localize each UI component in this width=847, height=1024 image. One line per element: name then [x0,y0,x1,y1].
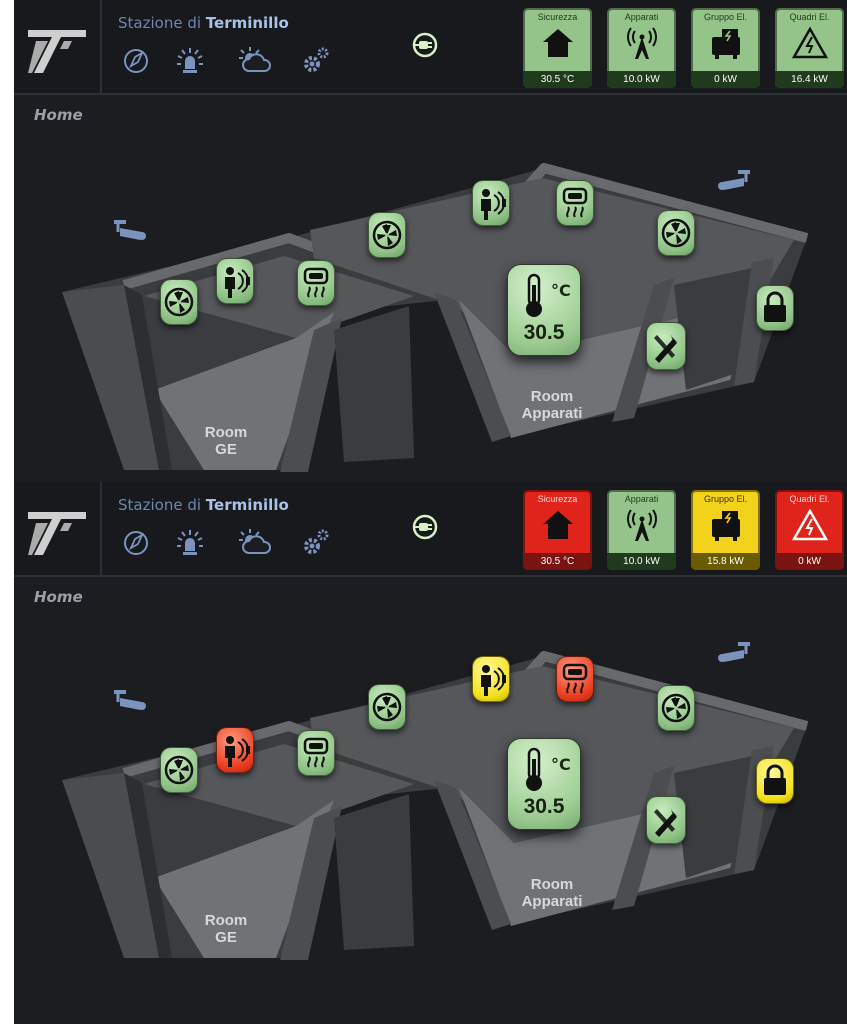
thermostat-unit: °C [551,755,571,774]
presence-sensor-icon [225,736,250,767]
fan-icon [661,218,691,248]
security-camera-right[interactable] [714,168,752,194]
apparati-presence-device[interactable] [472,180,510,226]
apparati-fan-left[interactable] [368,212,406,258]
presence-sensor-icon [225,267,250,298]
security-camera-left[interactable] [112,688,150,714]
fan-icon [164,287,194,317]
apparati-fan-right[interactable] [657,685,695,731]
station-view-panel: Stazione di Terminillo Sicurezza 30.5 °C… [14,482,847,1024]
camera-icon [114,690,146,710]
room-label-line: GE [215,929,237,946]
room-label-line: Apparati [521,405,583,422]
room-label-line: Room [204,912,248,929]
presence-sensor-icon [481,665,506,696]
ge-smoke-detector[interactable] [297,260,335,306]
apparati-smoke-detector[interactable] [556,180,594,226]
apparati-smoke-detector[interactable] [556,656,594,702]
thermostat-value: 30.5 [523,795,565,818]
camera-icon [718,170,750,190]
security-camera-left[interactable] [112,218,150,244]
apparati-fan-right[interactable] [657,210,695,256]
ge-presence-device[interactable] [216,258,254,304]
thermometer-icon [526,747,542,791]
apparati-maintenance-device[interactable] [646,322,686,370]
fan-icon [372,220,402,250]
room-label-line: Room [530,388,574,405]
security-camera-right[interactable] [714,640,752,666]
room-label-ge: Room GE [194,424,258,458]
apparati-door-lock[interactable] [756,285,794,331]
room-label-line: Room [530,876,574,893]
camera-icon [718,642,750,662]
room-label-apparati: Room Apparati [504,388,600,422]
tools-icon [654,807,680,837]
ge-smoke-detector[interactable] [297,730,335,776]
smoke-detector-icon [303,267,329,298]
room-label-line: GE [215,441,237,458]
station-view-panel: Stazione di Terminillo Sicurezza 30.5 °C… [14,0,847,482]
apparati-door-lock[interactable] [756,758,794,804]
fan-icon [164,755,194,785]
apparati-maintenance-device[interactable] [646,796,686,844]
floor-plan [62,651,809,960]
room-label-line: Apparati [521,893,583,910]
room-label-apparati: Room Apparati [504,876,600,910]
room-label-line: Room [204,424,248,441]
ge-presence-device[interactable] [216,727,254,773]
lock-icon [764,291,786,322]
fan-icon [372,692,402,722]
apparati-presence-device[interactable] [472,656,510,702]
smoke-detector-icon [562,187,588,218]
smoke-detector-icon [303,737,329,768]
presence-sensor-icon [481,189,506,220]
room-label-ge: Room GE [194,912,258,946]
thermostat-unit: °C [551,281,571,300]
apparati-fan-left[interactable] [368,684,406,730]
tools-icon [654,333,680,363]
thermostat-value: 30.5 [523,321,565,344]
ge-fan-device[interactable] [160,747,198,793]
thermostat-tile[interactable]: °C 30.5 [507,264,581,356]
fan-icon [661,693,691,723]
thermostat-tile[interactable]: °C 30.5 [507,738,581,830]
ge-fan-device[interactable] [160,279,198,325]
camera-icon [114,220,146,240]
thermometer-icon [526,273,542,317]
lock-icon [764,764,786,795]
smoke-detector-icon [562,663,588,694]
